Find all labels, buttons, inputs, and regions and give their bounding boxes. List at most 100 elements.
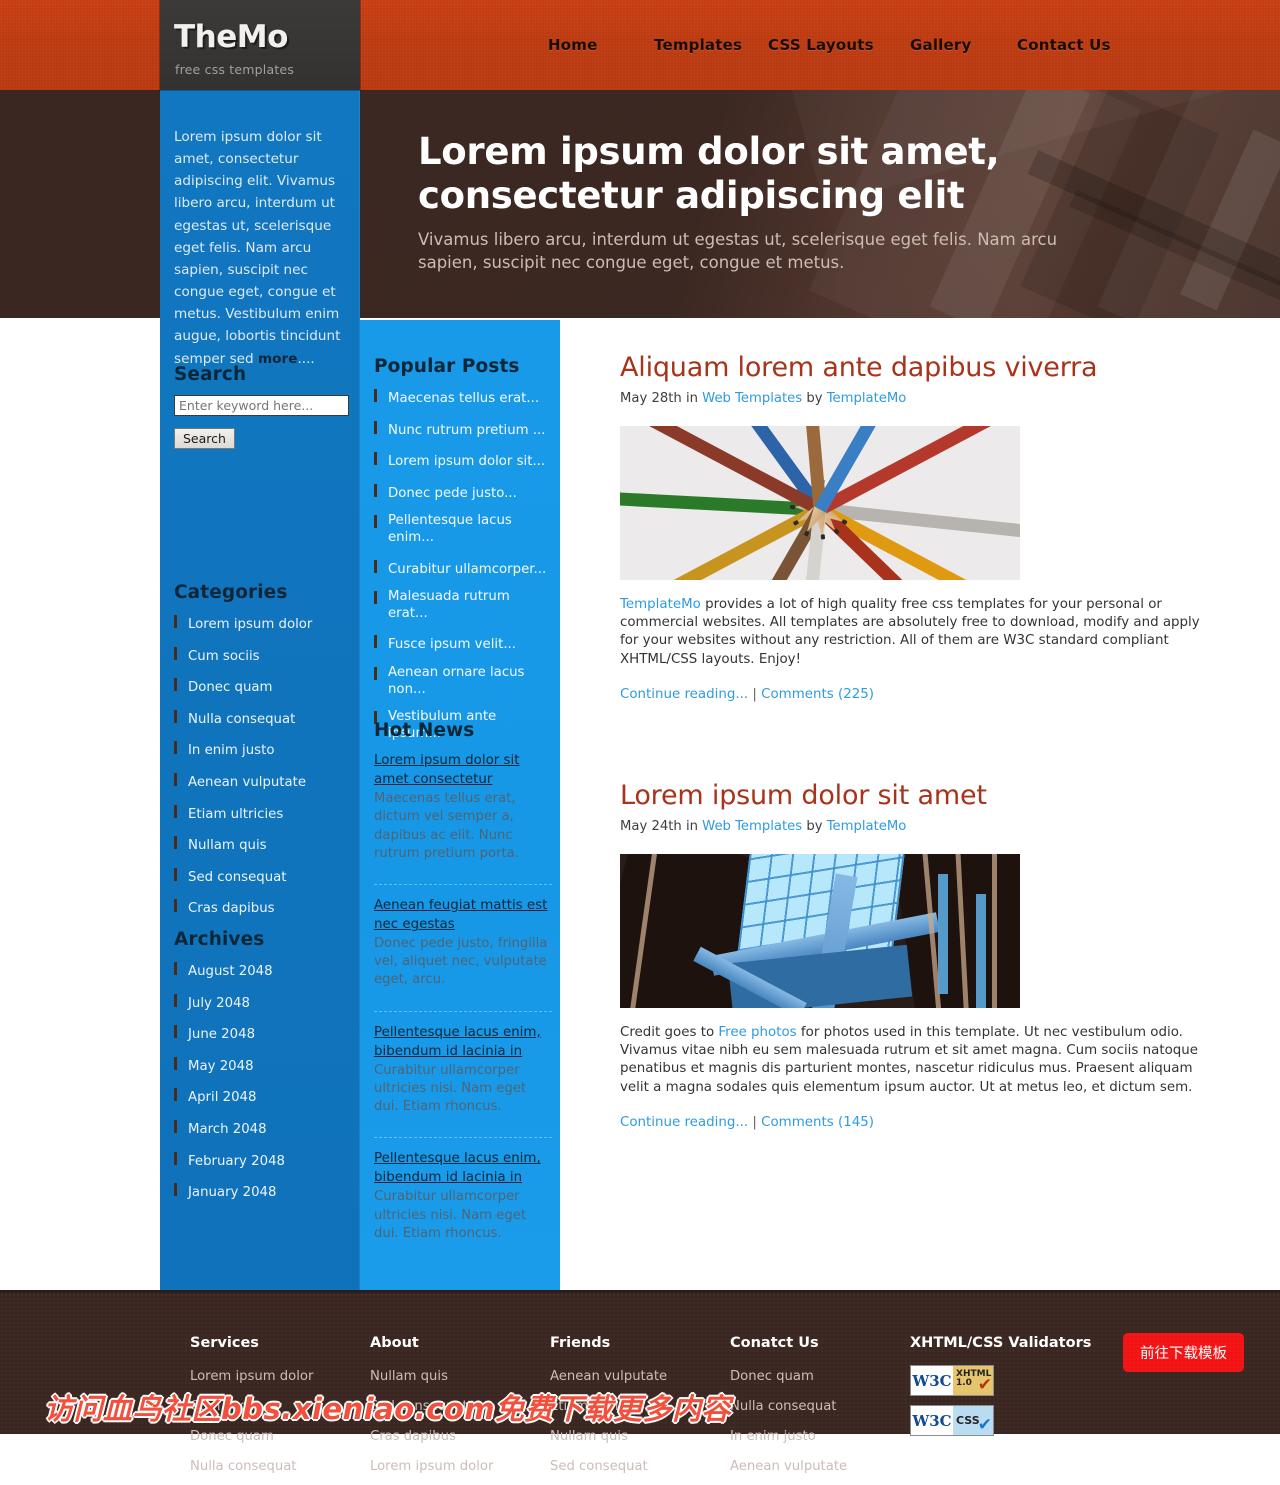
archive-link[interactable]: April 2048 [188,1090,256,1107]
list-item[interactable]: Fusce ipsum velit... [374,633,552,654]
category-link[interactable]: Lorem ipsum dolor [188,617,312,634]
list-item[interactable]: Nullam quis [550,1425,730,1444]
search-button[interactable]: Search [174,428,235,449]
archive-link[interactable]: June 2048 [188,1027,255,1044]
footer-link[interactable]: Aenean vulputate [550,1369,667,1384]
footer-link[interactable]: Nullam quis [370,1369,448,1384]
list-item[interactable]: Malesuada rutrum erat... [374,589,552,622]
category-link[interactable]: Donec quam [188,680,273,697]
list-item[interactable]: Aenean vulputate [550,1365,730,1384]
footer-link[interactable]: Lorem ipsum dolor [190,1369,313,1384]
popular-post-link[interactable]: Maecenas tellus erat... [388,391,539,408]
list-item[interactable]: Donec quam [190,1425,370,1444]
category-link[interactable]: Nullam quis [188,838,267,855]
list-item[interactable]: Pellentesque lacus enim... [374,513,552,546]
popular-post-link[interactable]: Pellentesque lacus enim... [388,513,552,546]
w3c-xhtml-badge-icon[interactable]: W3C XHTML 1.0 ✔ [910,1365,994,1396]
list-item[interactable]: Aenean vulputate [174,771,354,792]
list-item[interactable]: In enim justo [174,739,354,760]
list-item[interactable]: August 2048 [174,960,354,981]
post-body-link[interactable]: TemplateMo [620,597,701,612]
list-item[interactable]: Cum sociis [174,645,354,666]
continue-reading-link[interactable]: Continue reading... [620,687,748,702]
post-author-link[interactable]: TemplateMo [827,819,907,834]
list-item[interactable]: Sed consequat [174,866,354,887]
list-item[interactable]: Curabitur ullamcorper... [374,558,552,579]
category-link[interactable]: In enim justo [188,743,274,760]
popular-post-link[interactable]: Aenean ornare lacus non... [388,665,552,698]
footer-link[interactable]: Aenean vulputate [730,1459,847,1474]
w3c-css-badge-icon[interactable]: W3C CSS ✔ [910,1405,994,1436]
archive-link[interactable]: March 2048 [188,1122,267,1139]
list-item[interactable]: Nulla consequat [174,708,354,729]
archive-link[interactable]: February 2048 [188,1154,285,1171]
popular-post-link[interactable]: Donec pede justo... [388,486,517,503]
list-item[interactable]: Cras dapibus [174,897,354,918]
list-item[interactable]: Sed consequat [550,1455,730,1474]
category-link[interactable]: Etiam ultricies [188,807,283,824]
list-item[interactable]: Lorem ipsum dolor [174,613,354,634]
list-item[interactable]: Nulla consequat [730,1395,910,1414]
popular-post-link[interactable]: Malesuada rutrum erat... [388,589,552,622]
list-item[interactable]: Nunc rutrum pretium ... [374,419,552,440]
list-item[interactable]: Etiam ultricies [174,803,354,824]
news-item-title[interactable]: Pellentesque lacus enim, bibendum id lac… [374,1023,552,1061]
list-item[interactable]: Cras dapibus [370,1425,550,1444]
list-item[interactable]: Etiam ultricies [550,1395,730,1414]
list-item[interactable]: Sed consequat [370,1395,550,1414]
list-item[interactable]: March 2048 [174,1118,354,1139]
footer-link[interactable]: Lorem ipsum dolor [370,1459,493,1474]
footer-link[interactable]: In enim justo [730,1429,816,1444]
list-item[interactable]: April 2048 [174,1086,354,1107]
category-link[interactable]: Cum sociis [188,649,260,666]
list-item[interactable]: Maecenas tellus erat... [374,387,552,408]
list-item[interactable]: Lorem ipsum dolor [370,1455,550,1474]
nav-item-contact-us[interactable]: Contact Us [1017,36,1111,54]
archive-link[interactable]: July 2048 [188,996,250,1013]
list-item[interactable]: Nullam quis [370,1365,550,1384]
list-item[interactable]: February 2048 [174,1150,354,1171]
list-item[interactable]: January 2048 [174,1181,354,1202]
post-category-link[interactable]: Web Templates [702,391,802,406]
nav-item-css-layouts[interactable]: CSS Layouts [768,36,874,54]
footer-link[interactable]: Nulla consequat [730,1399,836,1414]
list-item[interactable]: In enim justo [730,1425,910,1444]
footer-link[interactable]: Cum sociis [190,1399,261,1414]
archive-link[interactable]: May 2048 [188,1059,254,1076]
list-item[interactable]: Lorem ipsum dolor sit... [374,450,552,471]
news-item-title[interactable]: Pellentesque lacus enim, bibendum id lac… [374,1149,552,1187]
list-item[interactable]: May 2048 [174,1055,354,1076]
post-body-link[interactable]: Free photos [718,1025,796,1040]
list-item[interactable]: Cum sociis [190,1395,370,1414]
list-item[interactable]: Aenean ornare lacus non... [374,665,552,698]
footer-link[interactable]: Donec quam [190,1429,274,1444]
nav-item-templates[interactable]: Templates [654,36,742,54]
list-item[interactable]: Donec quam [174,676,354,697]
list-item[interactable]: Donec pede justo... [374,482,552,503]
footer-link[interactable]: Nulla consequat [190,1459,296,1474]
archive-link[interactable]: August 2048 [188,964,273,981]
category-link[interactable]: Cras dapibus [188,901,275,918]
list-item[interactable]: Aenean vulputate [730,1455,910,1474]
footer-link[interactable]: Sed consequat [550,1459,648,1474]
post-category-link[interactable]: Web Templates [702,819,802,834]
site-logo[interactable]: TheMo free css templates [160,0,360,90]
footer-link[interactable]: Nullam quis [550,1429,628,1444]
archive-link[interactable]: January 2048 [188,1185,276,1202]
comments-link[interactable]: Comments (225) [761,687,874,702]
nav-item-home[interactable]: Home [548,36,597,54]
list-item[interactable]: June 2048 [174,1023,354,1044]
download-template-button[interactable]: 前往下载模板 [1123,1333,1244,1372]
category-link[interactable]: Nulla consequat [188,712,295,729]
footer-link[interactable]: Donec quam [730,1369,814,1384]
category-link[interactable]: Sed consequat [188,870,287,887]
footer-link[interactable]: Cras dapibus [370,1429,456,1444]
popular-post-link[interactable]: Curabitur ullamcorper... [388,562,546,579]
popular-post-link[interactable]: Nunc rutrum pretium ... [388,423,546,440]
category-link[interactable]: Aenean vulputate [188,775,306,792]
continue-reading-link[interactable]: Continue reading... [620,1115,748,1130]
list-item[interactable]: July 2048 [174,992,354,1013]
comments-link[interactable]: Comments (145) [761,1115,874,1130]
list-item[interactable]: Nullam quis [174,834,354,855]
list-item[interactable]: Donec quam [730,1365,910,1384]
